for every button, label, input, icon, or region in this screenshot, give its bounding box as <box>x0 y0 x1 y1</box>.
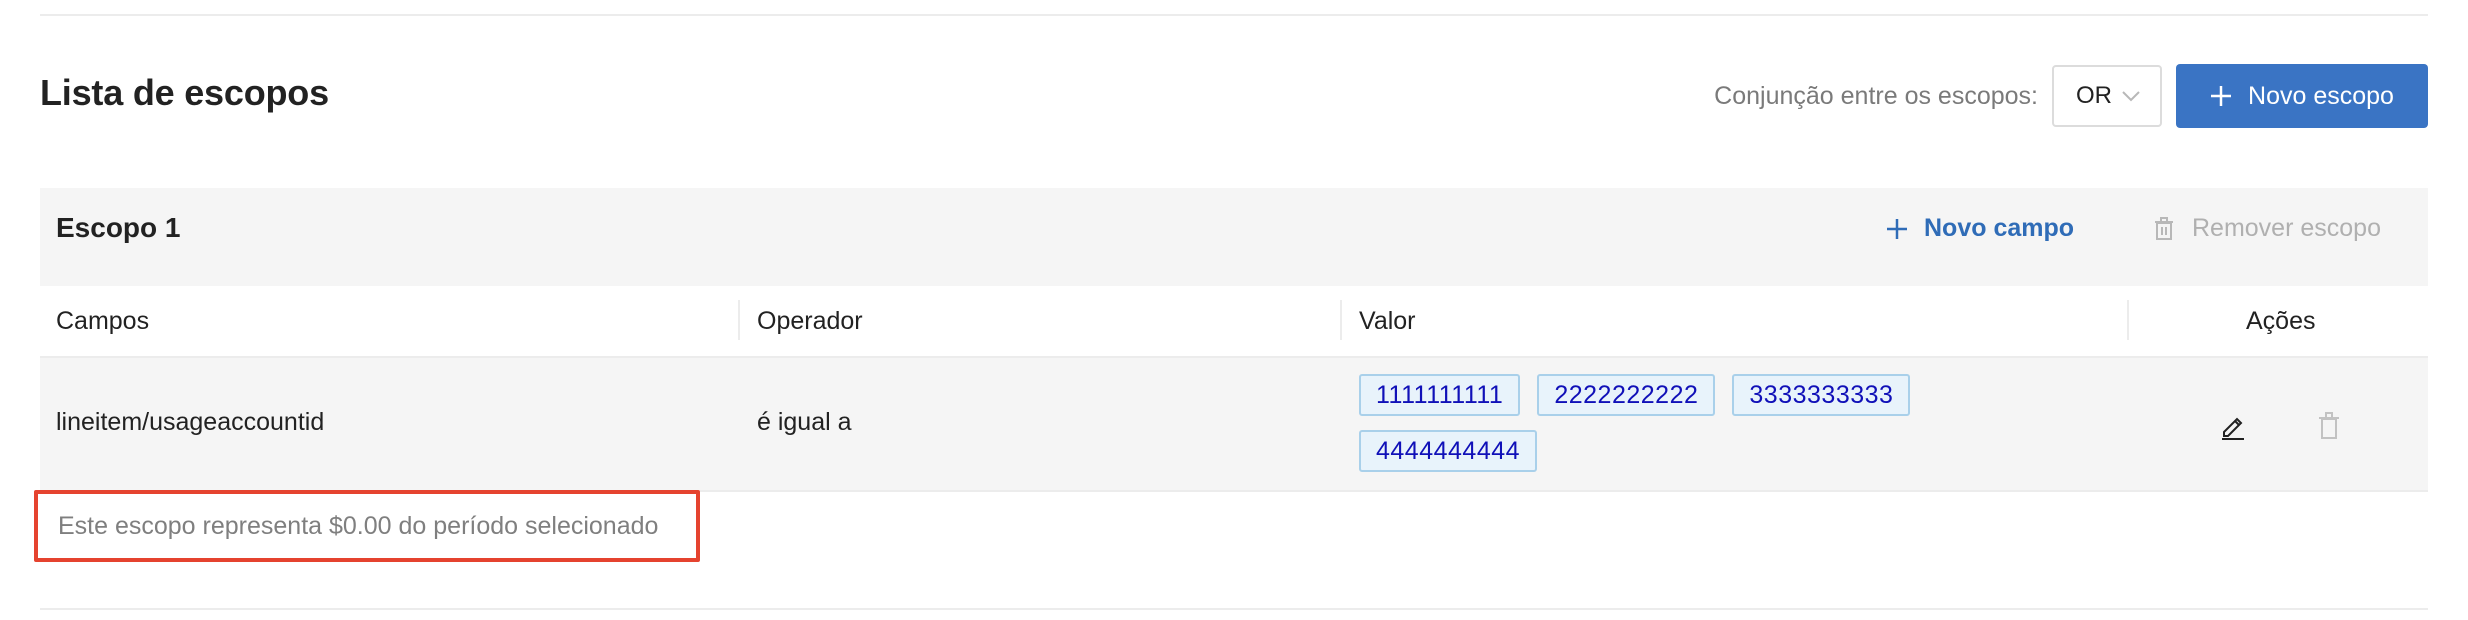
chevron-down-icon <box>2122 91 2140 102</box>
conjunction-label: Conjunção entre os escopos: <box>1714 81 2038 110</box>
trash-icon <box>2155 216 2173 240</box>
plus-icon <box>1887 218 1907 239</box>
value-tag: 3333333333 <box>1732 374 1911 416</box>
scope-fields-table: Campos Operador Valor Ações lineitem/usa… <box>40 286 2428 492</box>
conjunction-select[interactable]: OR <box>2052 65 2162 127</box>
page-title: Lista de escopos <box>40 72 329 113</box>
column-header-actions: Ações <box>2246 306 2316 335</box>
column-header-fields: Campos <box>56 306 150 335</box>
value-tag: 2222222222 <box>1537 374 1716 416</box>
new-scope-button-label: Novo escopo <box>2248 81 2394 110</box>
scopes-header: Lista de escopos Conjunção entre os esco… <box>40 60 2428 130</box>
scope-title: Escopo 1 <box>56 212 181 243</box>
conjunction-select-value: OR <box>2076 82 2112 109</box>
table-header: Campos Operador Valor Ações <box>40 286 2428 358</box>
field-cell: lineitem/usageaccountid <box>56 408 325 436</box>
column-separator <box>738 300 740 340</box>
new-field-button[interactable]: Novo campo <box>1886 214 2074 243</box>
column-separator <box>1340 300 1342 340</box>
scope-cost-summary: Este escopo representa $0.00 do período … <box>34 490 700 562</box>
table-row: lineitem/usageaccountid é igual a 111111… <box>40 358 2428 492</box>
column-separator <box>2127 300 2129 340</box>
new-scope-button[interactable]: Novo escopo <box>2176 64 2428 128</box>
value-tag: 1111111111 <box>1359 374 1521 416</box>
value-tags: 1111111111 2222222222 3333333333 4444444… <box>1359 374 1999 486</box>
value-tag: 4444444444 <box>1359 430 1538 472</box>
operator-cell: é igual a <box>757 408 852 436</box>
remove-scope-button[interactable]: Remover escopo <box>2154 214 2381 243</box>
top-divider <box>40 14 2428 16</box>
remove-scope-button-label: Remover escopo <box>2192 214 2381 242</box>
plus-icon <box>2211 86 2232 106</box>
trash-icon[interactable] <box>2318 412 2340 440</box>
scope-card-header: Escopo 1 Novo campo Remover escopo <box>40 188 2428 286</box>
pencil-icon[interactable] <box>2219 412 2247 440</box>
new-field-button-label: Novo campo <box>1924 214 2075 242</box>
conjunction-controls: Conjunção entre os escopos: OR Novo esco… <box>1714 64 2428 128</box>
bottom-divider <box>40 608 2428 610</box>
column-header-value: Valor <box>1359 306 1416 335</box>
column-header-operator: Operador <box>757 306 863 335</box>
